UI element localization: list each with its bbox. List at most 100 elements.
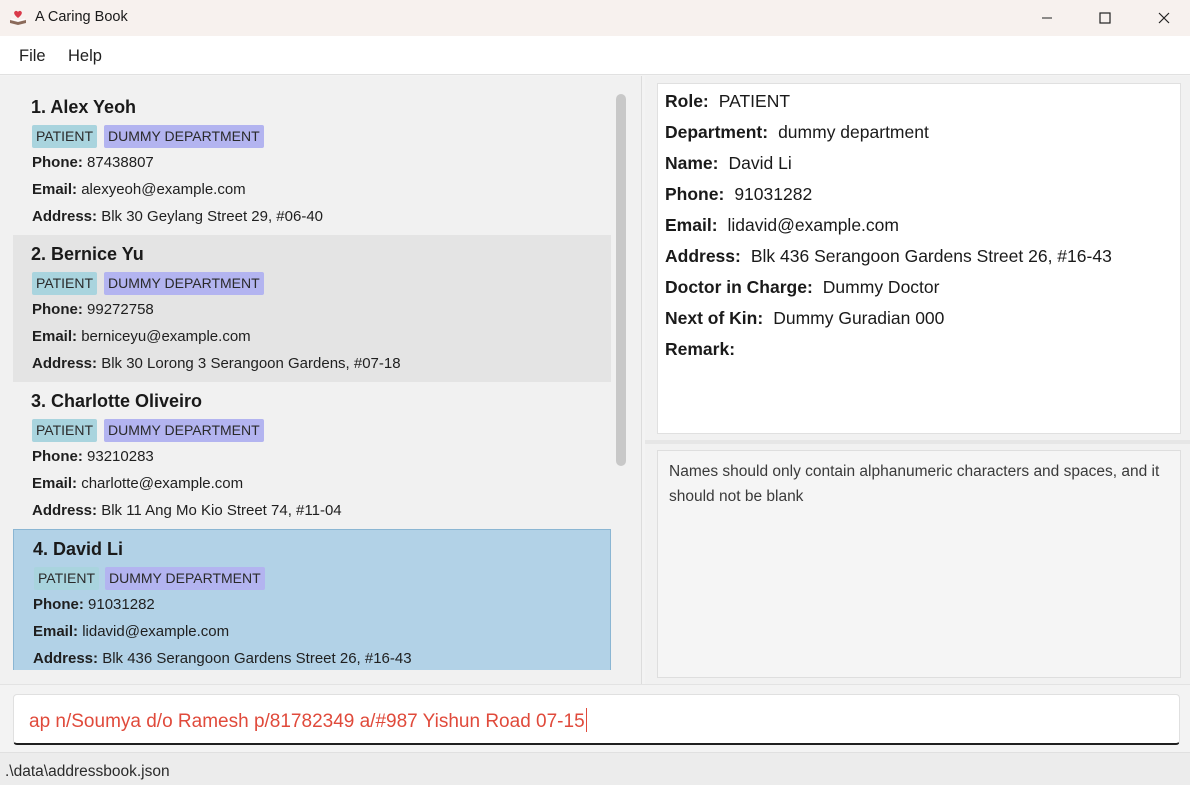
address-label: Address: [32,502,98,519]
minimize-button[interactable] [1024,0,1070,36]
doctor-label: Doctor in Charge: [665,277,813,297]
person-phone: Phone: 87438807 [32,154,154,171]
person-card[interactable]: 1. Alex Yeoh PATIENT DUMMY DEPARTMENT Ph… [13,88,611,235]
phone-label: Phone: [33,596,84,613]
email-value: berniceyu@example.com [81,328,251,345]
detail-address: Address: Blk 436 Serangoon Gardens Street… [665,246,1112,267]
role-value: PATIENT [718,91,791,111]
save-location: .\data\addressbook.json [5,763,170,780]
person-name: 1. Alex Yeoh [31,97,137,117]
email-value: lidavid@example.com [727,215,899,235]
phone-label: Phone: [32,154,83,171]
detail-doctor: Doctor in Charge: Dummy Doctor [665,277,939,298]
role-tag: PATIENT [32,125,98,148]
phone-value: 91031282 [88,596,155,613]
text-caret [585,708,587,732]
address-label: Address: [32,208,98,225]
email-label: Email: [32,475,78,492]
phone-label: Phone: [32,448,83,465]
result-message: Names should only contain alphanumeric c… [669,463,1160,505]
person-phone: Phone: 91031282 [33,596,155,613]
person-detail-box: Role: PATIENT Department: dummy department… [657,83,1181,434]
department-tag: DUMMY DEPARTMENT [104,125,264,148]
detail-email: Email: lidavid@example.com [665,215,899,236]
address-value: Blk 11 Ang Mo Kio Street 74, #11-04 [101,502,342,519]
email-value: charlotte@example.com [81,475,244,492]
department-tag: DUMMY DEPARTMENT [104,419,264,442]
role-tag: PATIENT [32,272,98,295]
department-tag: DUMMY DEPARTMENT [104,272,264,295]
address-value: Blk 436 Serangoon Gardens Street 26, #16… [750,246,1112,266]
department-label: Department: [665,122,769,142]
person-name: 4. David Li [33,539,124,559]
department-value: dummy department [778,122,929,142]
person-email: Email: alexyeoh@example.com [32,181,246,198]
person-phone: Phone: 99272758 [32,301,154,318]
address-label: Address: [665,246,741,266]
person-email: Email: berniceyu@example.com [32,328,251,345]
detail-name: Name: David Li [665,153,792,174]
phone-value: 87438807 [87,154,154,171]
email-label: Email: [33,623,79,640]
phone-value: 91031282 [734,184,813,204]
detail-department: Department: dummy department [665,122,929,143]
remark-label: Remark: [665,339,736,359]
close-icon [1158,12,1170,24]
role-tag: PATIENT [34,567,100,590]
doctor-value: Dummy Doctor [822,277,940,297]
person-email: Email: lidavid@example.com [33,623,229,640]
list-scrollbar-track[interactable] [626,88,630,670]
email-label: Email: [665,215,718,235]
status-bar: .\data\addressbook.json [0,752,1190,785]
detail-panel: Role: PATIENT Department: dummy department… [645,76,1190,684]
person-list[interactable]: 1. Alex Yeoh PATIENT DUMMY DEPARTMENT Ph… [13,88,630,670]
department-tag: DUMMY DEPARTMENT [105,567,265,590]
role-label: Role: [665,91,709,111]
email-value: lidavid@example.com [82,623,230,640]
menu-file[interactable]: File [19,47,46,66]
detail-phone: Phone: 91031282 [665,184,812,205]
book-heart-icon [8,9,28,27]
menu-bar: File Help [0,36,1190,75]
person-list-panel: 1. Alex Yeoh PATIENT DUMMY DEPARTMENT Ph… [0,76,642,684]
address-value: Blk 30 Geylang Street 29, #06-40 [101,208,324,225]
title-bar: A Caring Book [0,0,1190,36]
person-card[interactable]: 3. Charlotte Oliveiro PATIENT DUMMY DEPA… [13,382,611,529]
address-value: Blk 30 Lorong 3 Serangoon Gardens, #07-1… [101,355,401,372]
email-label: Email: [32,181,78,198]
command-input[interactable]: ap n/Soumya d/o Ramesh p/81782349 a/#987… [13,694,1180,745]
minimize-icon [1042,17,1052,19]
maximize-button[interactable] [1082,0,1128,36]
address-label: Address: [33,650,99,667]
email-value: alexyeoh@example.com [81,181,246,198]
detail-remark: Remark: [665,339,745,360]
person-name: 3. Charlotte Oliveiro [31,391,203,411]
phone-value: 99272758 [87,301,154,318]
phone-value: 93210283 [87,448,154,465]
person-card[interactable]: 2. Bernice Yu PATIENT DUMMY DEPARTMENT P… [13,235,611,382]
address-value: Blk 436 Serangoon Gardens Street 26, #16… [102,650,412,667]
name-label: Name: [665,153,719,173]
command-value: ap n/Soumya d/o Ramesh p/81782349 a/#987… [29,711,585,732]
window-title: A Caring Book [35,9,128,25]
person-card-selected[interactable]: 4. David Li PATIENT DUMMY DEPARTMENT Pho… [13,529,611,670]
result-display: Names should only contain alphanumeric c… [657,450,1181,678]
phone-label: Phone: [32,301,83,318]
list-scrollbar-thumb[interactable] [616,94,626,466]
close-button[interactable] [1141,0,1187,36]
person-address: Address: Blk 436 Serangoon Gardens Stree… [33,650,412,667]
panel-divider[interactable] [645,440,1190,444]
maximize-icon [1099,12,1111,24]
command-area: ap n/Soumya d/o Ramesh p/81782349 a/#987… [0,684,1190,752]
phone-label: Phone: [665,184,725,204]
menu-help[interactable]: Help [68,47,102,66]
name-value: David Li [728,153,792,173]
address-label: Address: [32,355,98,372]
role-tag: PATIENT [32,419,98,442]
email-label: Email: [32,328,78,345]
detail-role: Role: PATIENT [665,91,790,112]
command-text: ap n/Soumya d/o Ramesh p/81782349 a/#987… [29,708,587,733]
person-address: Address: Blk 11 Ang Mo Kio Street 74, #1… [32,502,342,519]
detail-next-of-kin: Next of Kin: Dummy Guradian 000 [665,308,944,329]
kin-label: Next of Kin: [665,308,764,328]
